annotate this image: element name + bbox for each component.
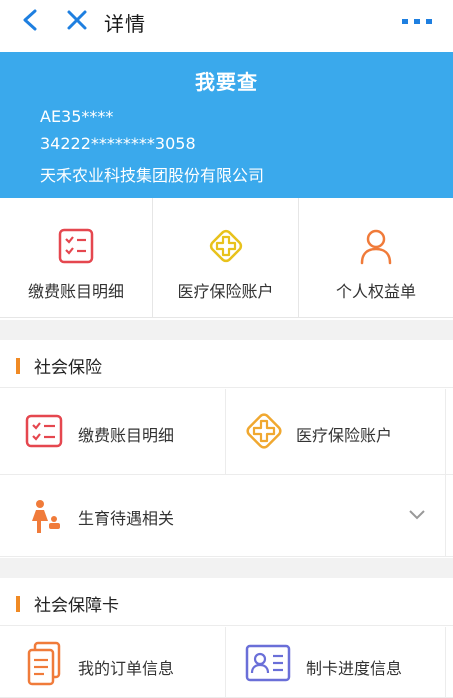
quick-personal-rights[interactable]: 个人权益单 (299, 198, 453, 318)
id-card-icon (245, 644, 291, 682)
page-title: 详情 (104, 12, 146, 36)
more-options-icon[interactable] (400, 16, 434, 26)
card-progress-item[interactable]: 制卡进度信息 (226, 627, 446, 697)
quick-payment-details[interactable]: 缴费账目明细 (0, 198, 153, 318)
close-icon[interactable] (66, 9, 88, 31)
maternity-row[interactable]: 生育待遇相关 (0, 475, 453, 557)
section-social-insurance: 社会保险 (0, 340, 453, 388)
company-name: 天禾农业科技集团股份有限公司 (40, 166, 265, 185)
section-title: 社会保险 (34, 358, 102, 378)
account-code: AE35**** (40, 107, 114, 126)
section-accent-bar (16, 596, 20, 612)
medical-cross-icon (209, 229, 242, 263)
item-label: 医疗保险账户 (296, 426, 393, 445)
quick-actions: 缴费账目明细 医疗保险账户 个人权益单 (0, 198, 453, 318)
section-title: 社会保障卡 (34, 596, 119, 616)
section-divider (0, 320, 453, 340)
banner-title: 我要查 (195, 70, 258, 94)
chevron-down-icon[interactable] (408, 509, 426, 521)
back-arrow-icon[interactable] (20, 9, 42, 31)
payment-details-item[interactable]: 缴费账目明细 (0, 389, 226, 474)
mother-child-icon (32, 500, 60, 533)
section-social-card: 社会保障卡 (0, 578, 453, 626)
checklist-icon (25, 414, 63, 448)
my-orders-item[interactable]: 我的订单信息 (0, 627, 226, 697)
social-insurance-row: 缴费账目明细 医疗保险账户 (0, 389, 453, 475)
social-card-row: 我的订单信息 制卡进度信息 (0, 627, 453, 698)
quick-label: 缴费账目明细 (27, 282, 124, 301)
checklist-icon (58, 228, 94, 264)
item-label: 我的订单信息 (78, 659, 175, 678)
medical-cross-icon (246, 413, 282, 449)
item-label: 生育待遇相关 (78, 509, 175, 528)
document-icon (27, 641, 61, 686)
id-number: 34222********3058 (40, 134, 196, 153)
info-banner: 我要查 AE35**** 34222********3058 天禾农业科技集团股… (0, 52, 453, 198)
section-accent-bar (16, 358, 20, 374)
quick-label: 个人权益单 (335, 282, 416, 301)
item-label: 缴费账目明细 (78, 426, 175, 445)
quick-medical-account[interactable]: 医疗保险账户 (153, 198, 299, 318)
item-label: 制卡进度信息 (306, 659, 403, 678)
section-divider (0, 558, 453, 578)
maternity-item[interactable]: 生育待遇相关 (0, 475, 446, 557)
quick-label: 医疗保险账户 (177, 282, 274, 301)
top-bar: 详情 (0, 0, 453, 50)
medical-account-item[interactable]: 医疗保险账户 (226, 389, 446, 474)
person-icon (360, 229, 392, 265)
